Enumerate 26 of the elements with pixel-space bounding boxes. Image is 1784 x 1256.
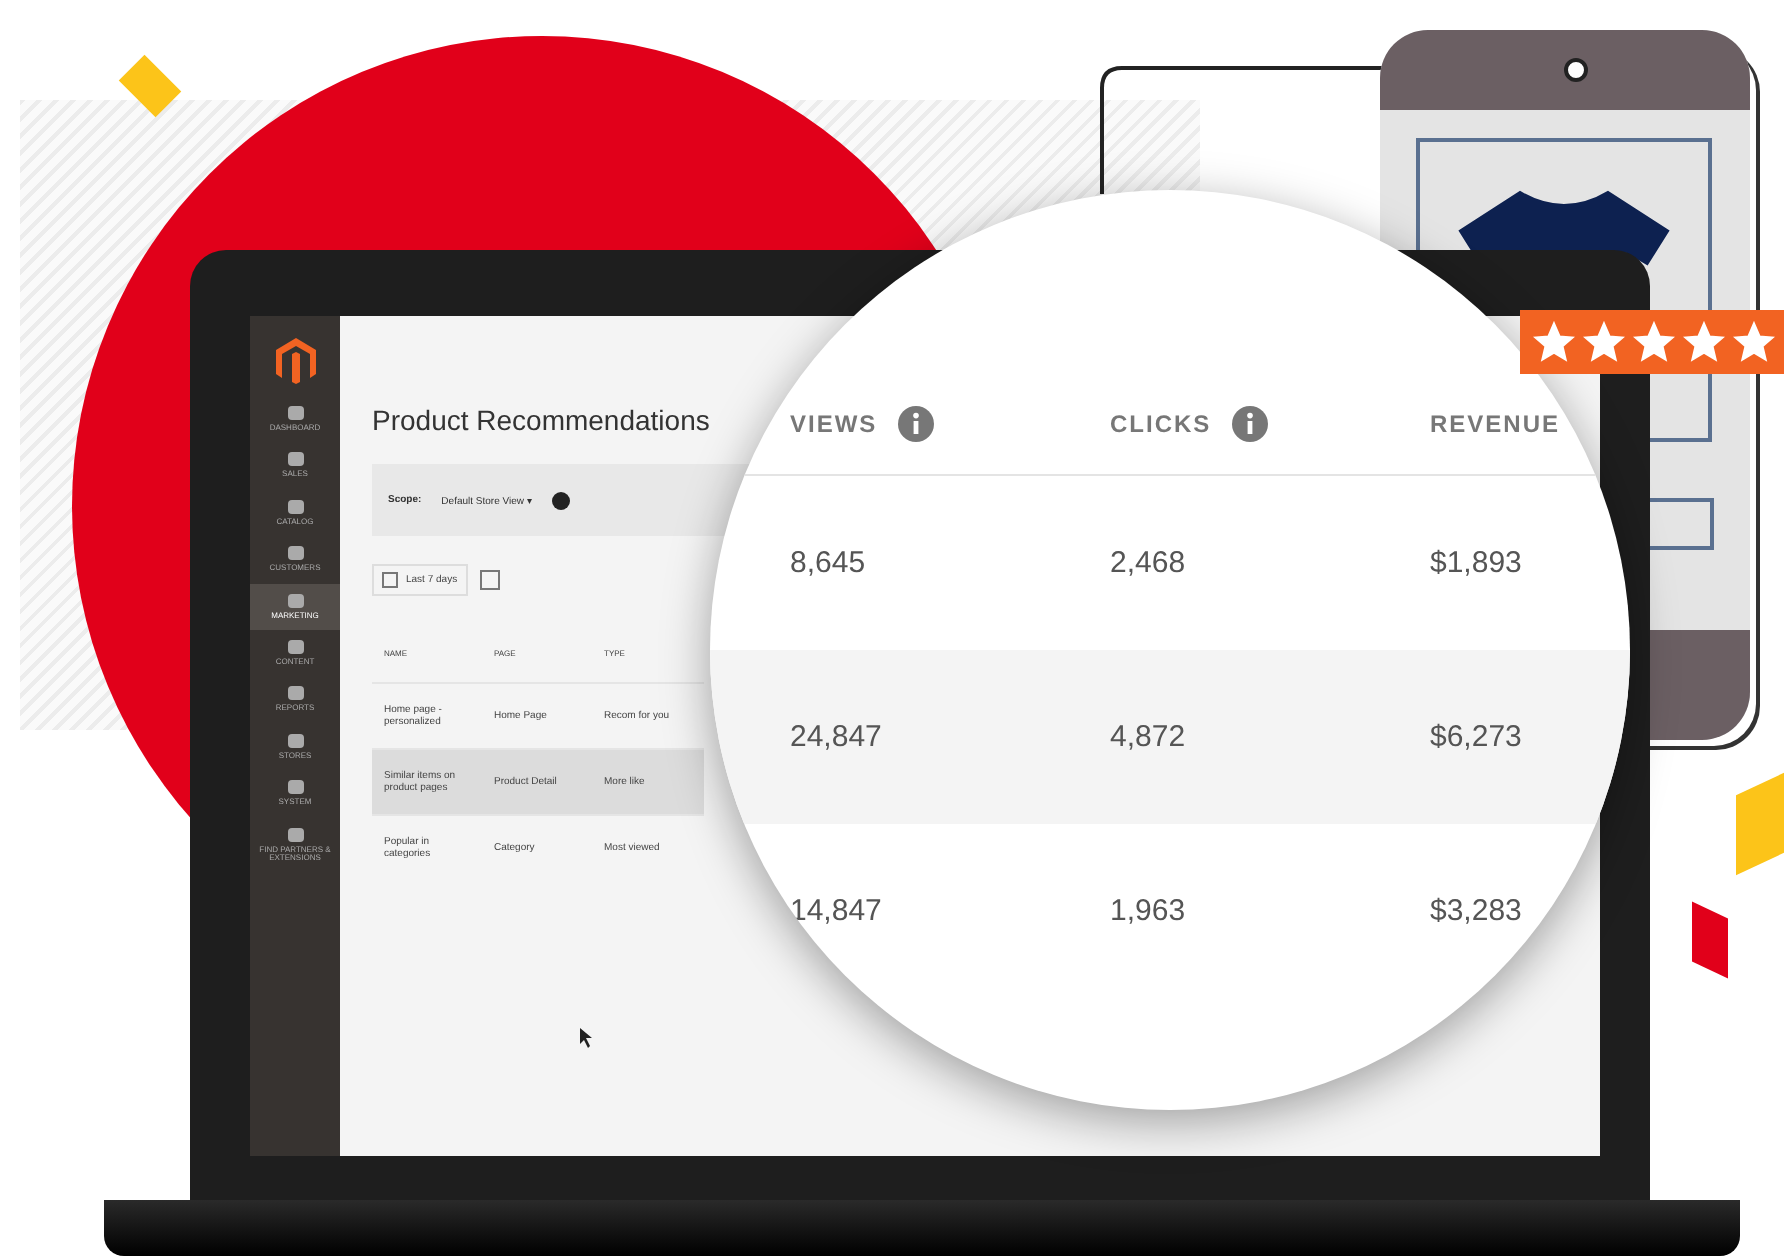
- table-cell-text: 14,847: [790, 894, 884, 928]
- info-icon: [897, 406, 934, 442]
- star-icon: [1582, 320, 1626, 364]
- info-icon: [1231, 406, 1268, 442]
- table-cell-text: 1,963: [1110, 894, 1188, 928]
- table-cell-text: 24,847: [790, 720, 884, 754]
- table-cell-text: $1,893: [1430, 546, 1524, 580]
- help-icon: [552, 491, 571, 509]
- cursor-icon: [580, 1028, 596, 1048]
- column-header: REVENUE: [1430, 410, 1561, 438]
- table-cell-text: 8,645: [790, 546, 868, 580]
- star-icon: [1682, 320, 1726, 364]
- camera-dot: [1564, 58, 1588, 82]
- calendar-icon: [382, 572, 398, 588]
- logo-icon: [273, 336, 317, 384]
- table-cell-text: 4,872: [1110, 720, 1188, 754]
- column-header: VIEWS: [790, 410, 878, 438]
- table-cell-text: 2,468: [1110, 546, 1188, 580]
- calendar-icon[interactable]: [479, 570, 500, 590]
- table-cell-text: $3,283: [1430, 894, 1524, 928]
- star-icon: [1532, 320, 1576, 364]
- page-title: Product Recommendations: [372, 404, 710, 436]
- star-icon: [1632, 320, 1676, 364]
- star-icon: [1732, 320, 1776, 364]
- table-cell-text: $6,273: [1430, 720, 1524, 754]
- column-header: CLICKS: [1110, 410, 1212, 438]
